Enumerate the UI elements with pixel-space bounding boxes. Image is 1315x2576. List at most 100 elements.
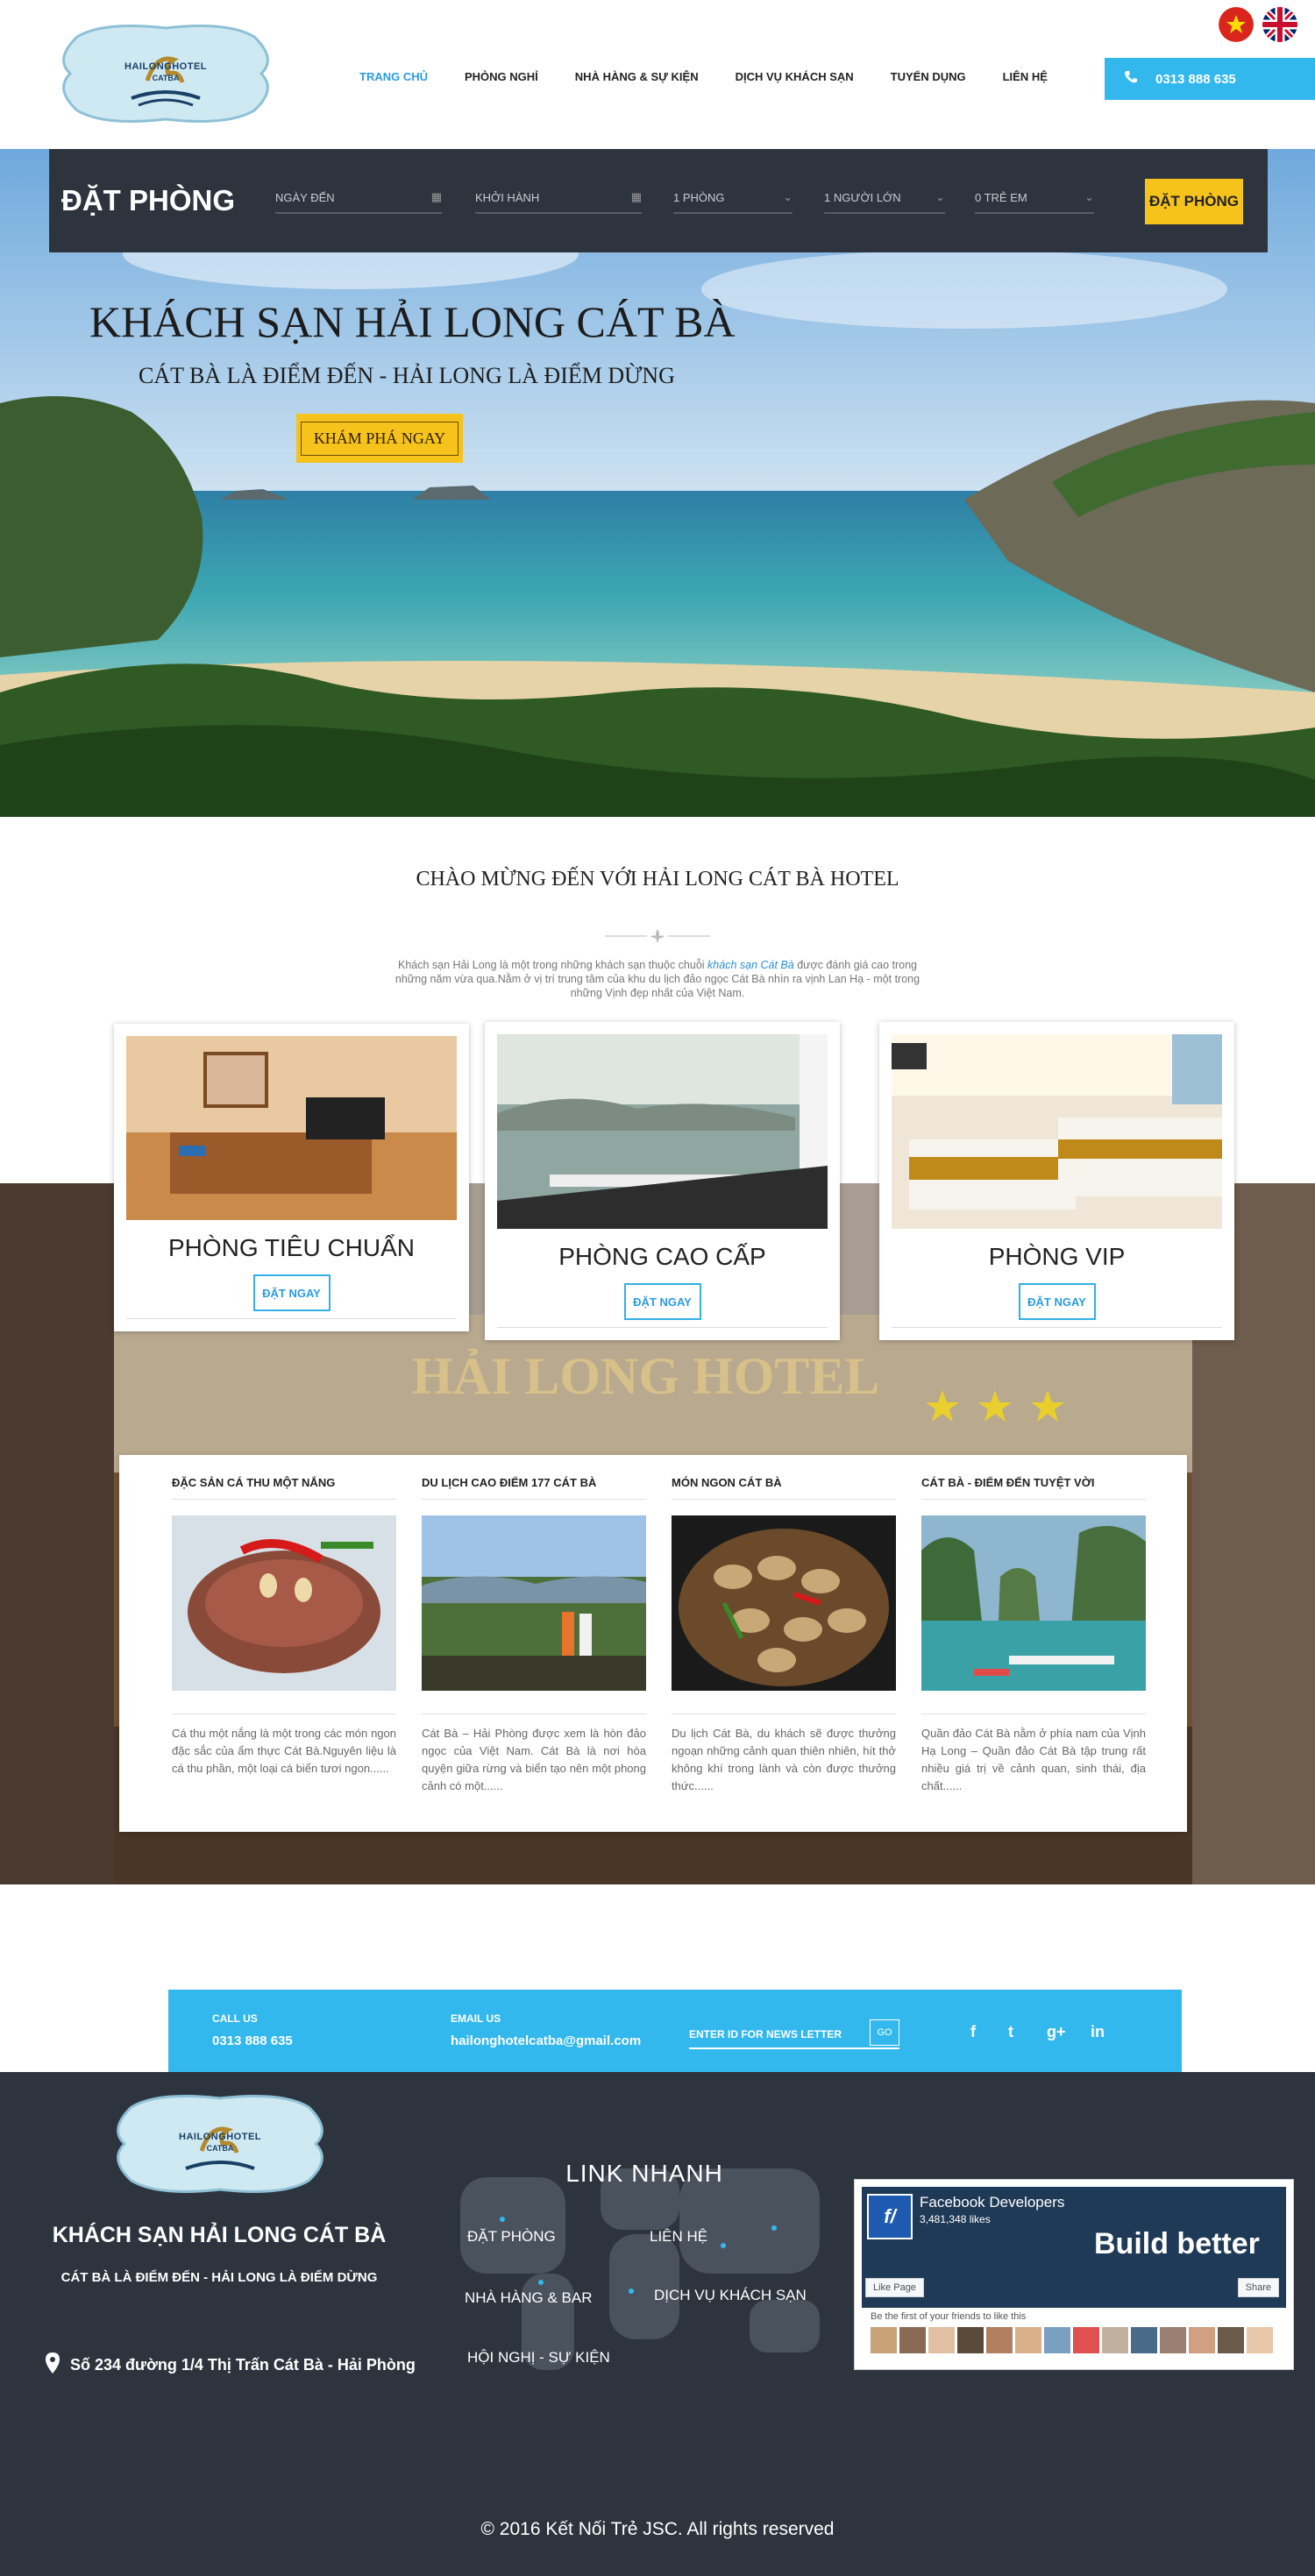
location-pin-icon: [46, 2352, 60, 2378]
call-label: CALL US: [212, 2012, 258, 2025]
hero-section: ĐẶT PHÒNG NGÀY ĐẾN ▦ KHỞI HÀNH ▦ 1 PHÒNG…: [0, 149, 1315, 817]
avatar[interactable]: [1102, 2327, 1128, 2353]
explore-button[interactable]: KHÁM PHÁ NGAY: [296, 414, 463, 463]
logo-subtext: CATBA: [152, 74, 180, 82]
avatar[interactable]: [928, 2327, 955, 2353]
footer-address: Số 234 đường 1/4 Thị Trấn Cát Bà - Hải P…: [46, 2352, 416, 2378]
avatar[interactable]: [1015, 2327, 1041, 2353]
book-now-button[interactable]: ĐẶT NGAY: [252, 1274, 331, 1311]
facebook-like-button[interactable]: Like Page: [865, 2278, 924, 2297]
news-item[interactable]: ĐẶC SẢN CÁ THU MỘT NẮNG Cá thu một nắng …: [172, 1471, 396, 1778]
news-title[interactable]: CÁT BÀ - ĐIỂM ĐẾN TUYỆT VỜI: [921, 1471, 1146, 1495]
footer-link-conference-events[interactable]: HỘI NGHỊ - SỰ KIỆN: [467, 2349, 610, 2367]
newsletter-go-button[interactable]: GO: [870, 2019, 899, 2046]
explore-button-label: KHÁM PHÁ NGAY: [300, 421, 459, 456]
footer-link-contact[interactable]: LIÊN HỆ: [650, 2228, 707, 2246]
book-now-button[interactable]: ĐẶT NGAY: [1018, 1283, 1096, 1320]
site-logo[interactable]: HAILONGHOTEL CATBA: [51, 19, 281, 128]
call-value[interactable]: 0313 888 635: [212, 2033, 293, 2048]
facebook-icon[interactable]: f: [970, 2023, 976, 2041]
phone-box[interactable]: 0313 888 635: [1105, 58, 1315, 100]
news-image[interactable]: [422, 1515, 646, 1691]
vietnam-flag-icon[interactable]: [1219, 7, 1254, 42]
rooms-select[interactable]: 1 PHÒNG ⌄: [673, 182, 793, 214]
checkin-placeholder: NGÀY ĐẾN: [275, 190, 335, 204]
avatar[interactable]: [986, 2327, 1013, 2353]
news-image[interactable]: [172, 1515, 396, 1691]
news-item[interactable]: MÓN NGON CÁT BÀ Du lịch Cát Bà, du khách…: [672, 1471, 896, 1795]
divider: [172, 1499, 396, 1500]
room-card-vip[interactable]: PHÒNG VIP ĐẶT NGAY: [879, 1022, 1234, 1340]
facebook-page-name[interactable]: Facebook Developers: [920, 2194, 1064, 2211]
avatar[interactable]: [957, 2327, 984, 2353]
room-image: [892, 1034, 1222, 1229]
nav-home[interactable]: TRANG CHỦ: [359, 70, 428, 83]
linkedin-icon[interactable]: in: [1091, 2023, 1105, 2041]
divider: [422, 1499, 646, 1500]
footer-link-hotel-services[interactable]: DỊCH VỤ KHÁCH SẠN: [654, 2287, 807, 2304]
room-name: PHÒNG VIP: [988, 1243, 1126, 1270]
nav-rooms[interactable]: PHÒNG NGHỈ: [465, 70, 538, 83]
footer-link-restaurant-bar[interactable]: NHÀ HÀNG & BAR: [465, 2289, 592, 2307]
news-title[interactable]: DU LỊCH CAO ĐIỂM 177 CÁT BÀ: [422, 1471, 646, 1495]
divider: [892, 1327, 1222, 1328]
avatar[interactable]: [1218, 2327, 1244, 2353]
welcome-text-part: Khách sạn Hải Long là một trong những kh…: [398, 959, 708, 971]
lobby-sign: HẢI LONG HOTEL: [412, 1347, 879, 1405]
language-switcher: [1219, 7, 1297, 42]
hotels-link[interactable]: khách sạn Cát Bà: [707, 959, 794, 971]
divider: [497, 1327, 828, 1328]
news-image[interactable]: [921, 1515, 1146, 1691]
footer-link-booking[interactable]: ĐẶT PHÒNG: [467, 2228, 556, 2246]
news-item[interactable]: DU LỊCH CAO ĐIỂM 177 CÁT BÀ Cát Bà – Hải…: [422, 1471, 646, 1795]
facebook-share-button[interactable]: Share: [1237, 2278, 1279, 2297]
avatar[interactable]: [1044, 2327, 1070, 2353]
news-title[interactable]: ĐẶC SẢN CÁ THU MỘT NẮNG: [172, 1471, 396, 1495]
facebook-cover-text: Build better: [1094, 2227, 1260, 2260]
booking-title: ĐẶT PHÒNG: [61, 184, 235, 216]
google-plus-icon[interactable]: g+: [1047, 2023, 1066, 2041]
welcome-text: Khách sạn Hải Long là một trong những kh…: [386, 958, 929, 1000]
avatar[interactable]: [1189, 2327, 1215, 2353]
checkin-field[interactable]: NGÀY ĐẾN ▦: [275, 182, 442, 214]
news-image[interactable]: [672, 1515, 896, 1691]
avatar[interactable]: [1131, 2327, 1157, 2353]
divider: [921, 1499, 1146, 1500]
checkout-field[interactable]: KHỞI HÀNH ▦: [475, 182, 642, 214]
room-name: PHÒNG TIÊU CHUẨN: [167, 1234, 416, 1261]
nav-recruitment[interactable]: TUYỂN DỤNG: [891, 70, 966, 83]
phone-number: 0313 888 635: [1155, 71, 1236, 87]
logo-text: HAILONGHOTEL: [124, 61, 207, 72]
facebook-cover: f/ Facebook Developers 3,481,348 likes B…: [862, 2187, 1286, 2308]
footer-slogan: CÁT BÀ LÀ ĐIỂM ĐẾN - HẢI LONG LÀ ĐIỂM DỪ…: [60, 2270, 378, 2285]
nav-contact[interactable]: LIÊN HỆ: [1003, 70, 1048, 83]
book-button[interactable]: ĐẶT PHÒNG: [1145, 179, 1243, 224]
copyright: © 2016 Kết Nối Trẻ JSC. All rights reser…: [480, 2519, 835, 2539]
email-value[interactable]: hailonghotelcatba@gmail.com: [451, 2033, 641, 2048]
adults-select[interactable]: 1 NGƯỜI LỚN ⌄: [824, 182, 945, 214]
news-excerpt: Cá thu một nắng là một trong các món ngo…: [172, 1727, 396, 1775]
phone-icon: [1124, 70, 1138, 88]
avatar[interactable]: [1247, 2327, 1273, 2353]
nav-hotel-services[interactable]: DỊCH VỤ KHÁCH SẠN: [736, 70, 854, 83]
avatar[interactable]: [1160, 2327, 1186, 2353]
nav-restaurant-events[interactable]: NHÀ HÀNG & SỰ KIỆN: [575, 70, 699, 83]
avatar[interactable]: [899, 2327, 926, 2353]
room-card-standard[interactable]: PHÒNG TIÊU CHUẨN ĐẶT NGAY: [114, 1024, 469, 1331]
room-card-deluxe[interactable]: PHÒNG CAO CẤP ĐẶT NGAY: [485, 1022, 840, 1340]
children-value: 0 TRẺ EM: [975, 190, 1027, 204]
room-image: [126, 1036, 457, 1220]
news-item[interactable]: CÁT BÀ - ĐIỂM ĐẾN TUYỆT VỜI Quần đảo Cát…: [921, 1471, 1146, 1795]
footer-logo[interactable]: HAILONGHOTEL CATBA: [105, 2090, 335, 2198]
twitter-icon[interactable]: t: [1008, 2023, 1013, 2041]
chevron-down-icon: ⌄: [783, 190, 793, 203]
avatar[interactable]: [1073, 2327, 1099, 2353]
news-title[interactable]: MÓN NGON CÁT BÀ: [672, 1471, 896, 1495]
newsletter-input[interactable]: ENTER ID FOR NEWS LETTER: [689, 2021, 899, 2049]
uk-flag-icon[interactable]: [1262, 7, 1297, 42]
logo-subtext: CATBA: [206, 2144, 234, 2153]
avatar[interactable]: [871, 2327, 897, 2353]
book-now-button[interactable]: ĐẶT NGAY: [623, 1283, 701, 1320]
facebook-page-widget[interactable]: f/ Facebook Developers 3,481,348 likes B…: [854, 2179, 1294, 2370]
children-select[interactable]: 0 TRẺ EM ⌄: [975, 182, 1094, 214]
